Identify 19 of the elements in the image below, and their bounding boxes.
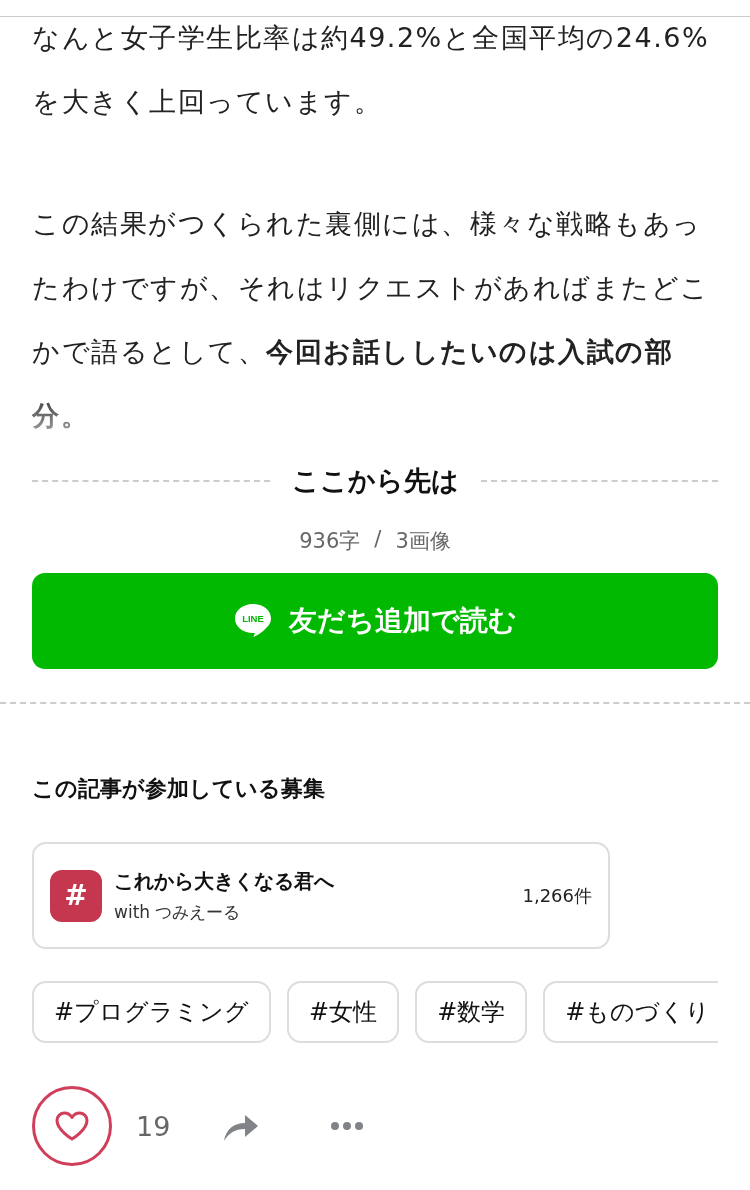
more-icon[interactable] [330,1121,365,1131]
hashtag-chip[interactable]: #数学 [415,981,528,1043]
contest-card[interactable]: # これから大きくなる君へ with つみえーる 1,266件 [32,842,610,949]
hashtag-chip[interactable]: #女性 [287,981,400,1043]
like-count: 19 [136,1110,171,1142]
hashtag-icon: # [50,869,102,922]
character-count: 936字 [299,528,361,555]
separator: / [374,527,382,553]
image-count: 3画像 [395,528,451,555]
section-heading: この記事が参加している募集 [32,775,326,803]
hashtag-chip[interactable]: #ものづくり [543,981,718,1043]
entry-count: 1,266件 [522,883,592,908]
contest-host: with つみえーる [114,900,242,924]
heart-icon [54,1110,90,1142]
paywall-title: ここから先は [291,464,459,498]
contest-title: これから大きくなる君へ [114,867,335,895]
paragraph: なんと女子学生比率は約49.2%と全国平均の24.6%を大きく上回っています。 [32,21,711,119]
paragraph: この結果がつくられた裏側には、様々な戦略もあったわけですが、それはリクエストがあればまたどこかで語るとして、今回お話ししたいのは入試の部分。 [32,207,711,433]
hashtag-chip[interactable]: #プログラミング [32,981,272,1043]
